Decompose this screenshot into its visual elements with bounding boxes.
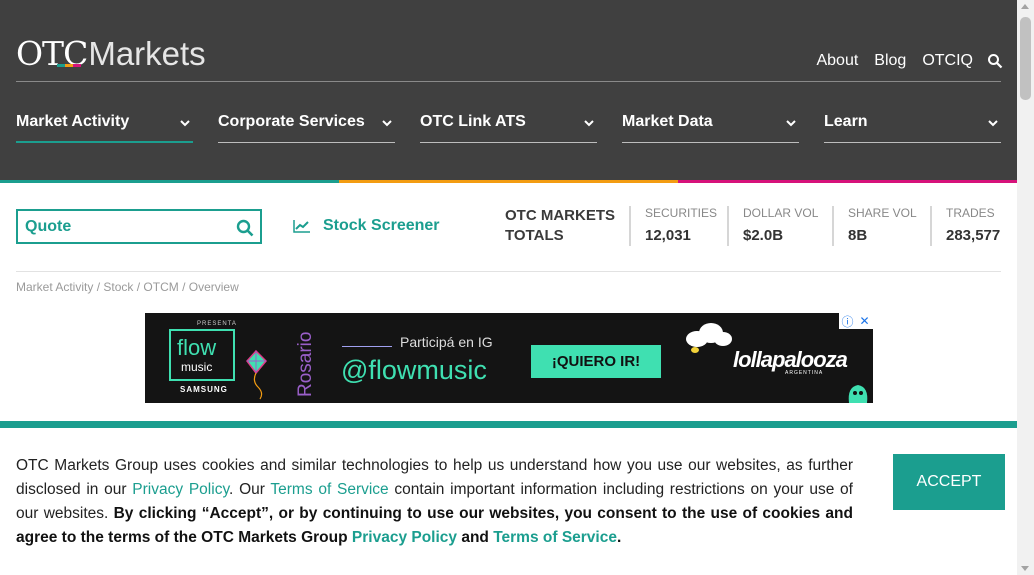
cookie-consent-text: By clicking “Accept”, or by continuing t… — [16, 505, 853, 546]
ad-info-icon[interactable]: ⓘ — [839, 313, 856, 329]
stat-label: SECURITIES — [645, 206, 718, 220]
stat-securities: SECURITIES 12,031 — [629, 206, 727, 246]
about-link[interactable]: About — [816, 52, 858, 70]
chevron-down-icon — [988, 120, 998, 127]
breadcrumb-item: Overview — [188, 280, 239, 294]
totals-title-line1: OTC MARKETS — [505, 207, 615, 224]
mascot-icon — [848, 385, 868, 403]
otc-markets-logo[interactable]: OTC Markets — [16, 34, 206, 73]
scrollbar-thumb[interactable] — [1020, 17, 1031, 100]
search-icon[interactable] — [236, 219, 254, 237]
stock-screener-link[interactable]: Stock Screener — [293, 217, 440, 235]
ad-banner[interactable]: PRESENTA flow music SAMSUNG Rosario Part… — [145, 313, 873, 403]
nav-label: Learn — [824, 113, 868, 130]
stat-dollar-vol: DOLLAR VOL $2.0B — [727, 206, 832, 246]
breadcrumb-item[interactable]: Stock — [103, 280, 133, 294]
logo-color-bar — [57, 54, 81, 67]
header-divider — [16, 81, 1001, 82]
stat-share-vol: SHARE VOL 8B — [832, 206, 930, 246]
chevron-down-icon — [382, 120, 392, 127]
stat-trades: TRADES 283,577 — [930, 206, 1010, 246]
scroll-up-arrow-icon[interactable] — [1021, 4, 1029, 9]
nav-corporate-services[interactable]: Corporate Services — [218, 113, 395, 143]
totals-title: OTC MARKETS TOTALS — [505, 206, 615, 246]
terms-of-service-link[interactable]: Terms of Service — [270, 481, 388, 498]
ad-handle: @flowmusic — [341, 355, 487, 385]
page-scrollbar[interactable] — [1017, 0, 1034, 575]
nav-market-activity[interactable]: Market Activity — [16, 113, 193, 143]
totals-title-line2: TOTALS — [505, 227, 564, 244]
stat-label: SHARE VOL — [848, 206, 917, 220]
stat-value: 12,031 — [645, 227, 691, 244]
line-chart-icon — [293, 220, 310, 233]
nav-label: Market Data — [622, 113, 713, 130]
cookie-consent-part: and — [457, 529, 494, 546]
brand-color-bar — [0, 180, 1017, 183]
ad-tagline: Participá en IG — [400, 334, 493, 350]
nav-market-data[interactable]: Market Data — [622, 113, 799, 143]
otciq-link[interactable]: OTCIQ — [922, 52, 973, 70]
stock-screener-label: Stock Screener — [323, 217, 440, 234]
ad-choices: ⓘ ✕ — [839, 313, 873, 329]
quote-input[interactable] — [25, 217, 225, 236]
ad-flow-text: flow — [177, 335, 217, 360]
breadcrumb-item[interactable]: OTCM — [143, 280, 178, 294]
ad-rosario-text: Rosario — [295, 331, 316, 397]
accept-button[interactable]: ACCEPT — [893, 454, 1005, 510]
kite-icon — [246, 349, 268, 400]
cookie-banner: OTC Markets Group uses cookies and simil… — [0, 428, 1017, 575]
chevron-down-icon — [180, 120, 190, 127]
chevron-down-icon — [584, 120, 594, 127]
ad-presenta: PRESENTA — [197, 321, 237, 327]
nav-label: OTC Link ATS — [420, 113, 526, 130]
cloud-icon — [686, 323, 732, 353]
logo-markets-text: Markets — [88, 35, 206, 72]
search-icon[interactable] — [987, 53, 1003, 69]
nav-label: Market Activity — [16, 113, 130, 130]
stat-label: TRADES — [946, 206, 995, 220]
ad-ig-line — [342, 346, 392, 347]
privacy-policy-link[interactable]: Privacy Policy — [352, 529, 457, 546]
terms-of-service-link[interactable]: Terms of Service — [493, 529, 617, 546]
ad-cta-button[interactable]: ¡QUIERO IR! — [531, 345, 661, 378]
site-header: OTC Markets About Blog OTCIQ Market Acti… — [0, 0, 1017, 180]
main-nav: Market Activity Corporate Services OTC L… — [16, 113, 1001, 143]
cookie-text: OTC Markets Group uses cookies and simil… — [16, 454, 853, 550]
cookie-banner-accent — [0, 421, 1017, 428]
nav-otc-link-ats[interactable]: OTC Link ATS — [420, 113, 597, 143]
ad-samsung-text: SAMSUNG — [180, 385, 228, 394]
nav-label: Corporate Services — [218, 113, 365, 130]
stat-value: $2.0B — [743, 227, 784, 244]
chevron-down-icon — [786, 120, 796, 127]
cookie-consent-part: . — [616, 529, 622, 546]
top-links: About Blog OTCIQ — [800, 52, 1003, 70]
stat-label: DOLLAR VOL — [743, 206, 819, 220]
section-divider — [16, 271, 1001, 272]
cookie-text-part: . Our — [229, 481, 271, 498]
ad-argentina-text: ARGENTINA — [785, 370, 824, 376]
breadcrumb-item[interactable]: Market Activity — [16, 280, 93, 294]
blog-link[interactable]: Blog — [874, 52, 906, 70]
ad-music-text: music — [181, 360, 213, 374]
scroll-down-arrow-icon[interactable] — [1021, 566, 1029, 571]
ad-close-icon[interactable]: ✕ — [856, 313, 873, 329]
stat-value: 8B — [848, 227, 868, 244]
privacy-policy-link[interactable]: Privacy Policy — [132, 481, 229, 498]
nav-learn[interactable]: Learn — [824, 113, 1001, 143]
stat-value: 283,577 — [946, 227, 1001, 244]
breadcrumb: Market Activity / Stock / OTCM / Overvie… — [16, 280, 239, 294]
quote-search-box — [16, 209, 262, 244]
